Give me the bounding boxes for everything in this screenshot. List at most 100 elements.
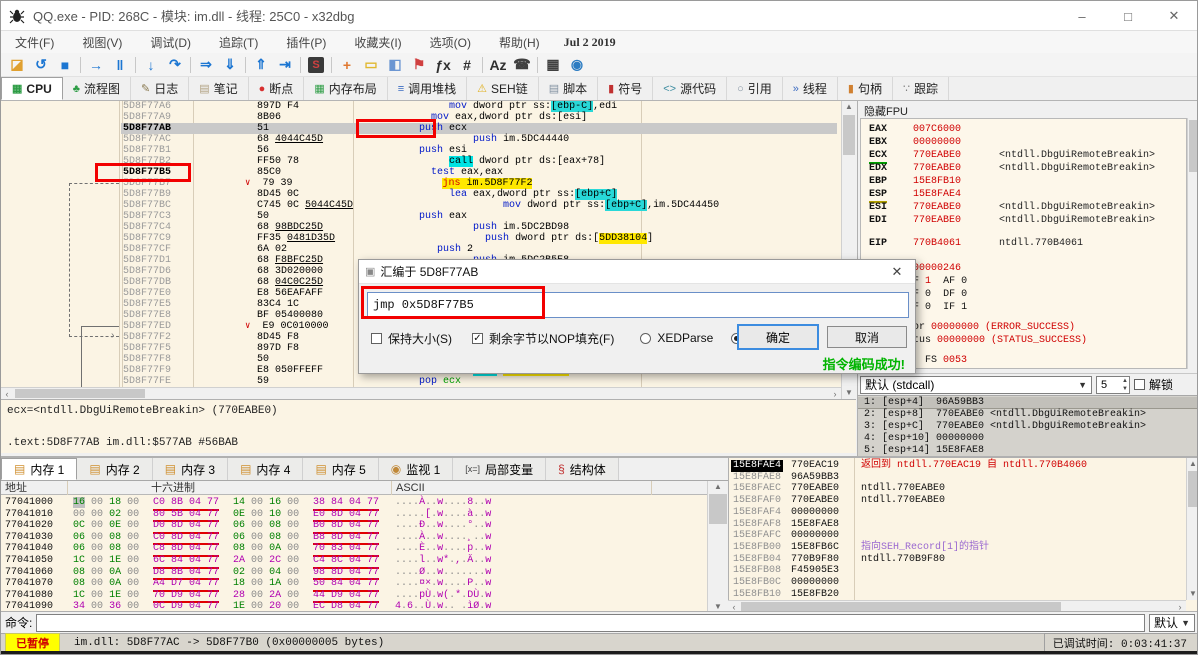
unlock-checkbox[interactable]	[1134, 379, 1145, 390]
menu-item[interactable]: 帮助(H)	[485, 31, 554, 53]
stack-vscrollbar[interactable]: ▲ ▼	[1186, 458, 1197, 600]
tab-监视 1[interactable]: ◉ 监视 1	[378, 458, 454, 480]
disasm-row[interactable]: 5D8F77C9 FF35 0481D35D push dword ptr ds:[…	[1, 233, 839, 244]
argument-row[interactable]: 2: [esp+8] 770EABE0 <ntdll.DbgUiRemoteBr…	[858, 409, 1197, 421]
disasm-row[interactable]: 5D8F77B5 85C0 test eax,eax	[1, 167, 839, 178]
comment-icon[interactable]: ▭	[359, 55, 383, 75]
dump-vscrollbar[interactable]: ▲ ▼	[707, 481, 728, 613]
register-row[interactable]: EBX 00000000	[861, 136, 1186, 149]
disasm-row[interactable]: 5D8F77B9 8D45 0C lea eax,dword ptr ss:[ebp…	[1, 189, 839, 200]
menu-item[interactable]: 选项(O)	[416, 31, 485, 53]
dump-row[interactable]: 77041040 06 00 08 00 C8 8D 04 77 08 00 0A 0…	[1, 543, 707, 557]
step-into-icon[interactable]: ↓	[139, 55, 163, 75]
xedparse-radio[interactable]	[640, 332, 652, 344]
tab-日志[interactable]: ✎ 日志	[130, 77, 190, 100]
disasm-hscrollbar[interactable]: ‹ ›	[1, 387, 841, 399]
assembly-instruction-input[interactable]	[367, 292, 909, 318]
menu-item[interactable]: 插件(P)	[272, 31, 340, 53]
run-to-user-icon[interactable]: ⇒	[194, 55, 218, 75]
tab-跟踪[interactable]: ∵ 跟踪	[893, 77, 950, 100]
calculator-icon[interactable]: ▦	[541, 55, 565, 75]
stack-row[interactable]: 15E8FAEC 770EABE0 ntdll.770EABE0	[729, 483, 1186, 495]
menu-item[interactable]: 调试(D)	[136, 31, 205, 53]
dump-row[interactable]: 77041060 08 00 0A 00 D8 8B 04 77 02 00 04 0…	[1, 567, 707, 581]
calling-convention-select[interactable]: 默认 (stdcall) ▼	[860, 375, 1092, 394]
disasm-row[interactable]: 5D8F77C3 50 push eax	[1, 211, 839, 222]
stack-row[interactable]: 15E8FAF0 770EABE0 ntdll.770EABE0	[729, 495, 1186, 507]
tab-CPU[interactable]: ▦ CPU	[1, 77, 63, 100]
menu-item[interactable]: 追踪(T)	[205, 31, 272, 53]
menu-item[interactable]: 文件(F)	[1, 31, 68, 53]
tab-流程图[interactable]: ♣ 流程图	[62, 77, 131, 100]
animate-badge-icon[interactable]: S	[304, 55, 328, 75]
tab-内存 5[interactable]: ▤ 内存 5	[303, 458, 379, 480]
tab-内存 3[interactable]: ▤ 内存 3	[152, 458, 229, 480]
bookmark-icon[interactable]: ⚑	[407, 55, 431, 75]
tab-源代码[interactable]: <> 源代码	[653, 77, 728, 100]
restart-icon[interactable]: ↺	[29, 55, 53, 75]
stack-row[interactable]: 15E8FB10 15E8FB20	[729, 589, 1186, 600]
run-icon[interactable]: →	[84, 55, 108, 75]
dump-row[interactable]: 77041010 00 00 02 00 80 5B 04 77 0E 00 10 0…	[1, 509, 707, 523]
arg-count-stepper[interactable]: 5 ▲ ▼	[1096, 375, 1130, 394]
nop-fill-checkbox[interactable]: ✓	[472, 332, 483, 344]
stack-view[interactable]: 15E8FAE4 770EAC19 返回到 ntdll.770EAC19 自 ntd…	[728, 458, 1186, 600]
register-row[interactable]: EDX 770EABE0 <ntdll.DbgUiRemoteBreakin>	[861, 162, 1186, 175]
stack-row[interactable]: 15E8FB08 F45905E3	[729, 565, 1186, 577]
tab-线程[interactable]: » 线程	[782, 77, 838, 100]
register-row[interactable]: EDI 770EABE0 <ntdll.DbgUiRemoteBreakin>	[861, 214, 1186, 227]
tab-SEH链[interactable]: ⚠ SEH链	[467, 77, 539, 100]
register-row[interactable]: EBP 15E8FB10	[861, 175, 1186, 188]
disasm-row[interactable]: 5D8F77CF 6A 02 push 2	[1, 244, 839, 255]
dialog-title-bar[interactable]: ▣ 汇编于 5D8F77AB ✕	[359, 260, 915, 284]
tab-内存 2[interactable]: ▤ 内存 2	[77, 458, 153, 480]
argument-row[interactable]: 1: [esp+4] 96A59BB3	[858, 397, 1197, 409]
pause-icon[interactable]: ‖	[108, 55, 132, 75]
menu-item[interactable]: 收藏夹(I)	[340, 31, 415, 53]
disasm-row[interactable]: 5D8F77FE 59 pop ecx	[1, 376, 839, 387]
tab-内存布局[interactable]: ▦ 内存布局	[304, 77, 388, 100]
assemble-icon[interactable]: Az	[486, 55, 510, 75]
command-profile-select[interactable]: 默认 ▼	[1149, 613, 1195, 632]
patch-icon[interactable]: +	[335, 55, 359, 75]
attach-icon[interactable]: ☎	[510, 55, 534, 75]
stack-row[interactable]: 15E8FB00 15E8FB6C 指向SEH_Record[1]的指针	[729, 542, 1186, 554]
arguments-panel[interactable]: 1: [esp+4] 96A59BB3 2: [esp+8] 770EABE0 <…	[857, 395, 1197, 456]
argument-row[interactable]: 5: [esp+14] 15E8FAE8	[858, 445, 1197, 456]
register-row[interactable]: ECX 770EABE0 <ntdll.DbgUiRemoteBreakin>	[861, 149, 1186, 164]
tab-内存 4[interactable]: ▤ 内存 4	[228, 458, 304, 480]
cancel-button[interactable]: 取消	[827, 326, 907, 348]
dialog-close-icon[interactable]: ✕	[885, 260, 909, 284]
stack-row[interactable]: 15E8FAE4 770EAC19 返回到 ntdll.770EAC19 自 ntd…	[729, 460, 1186, 472]
stack-row[interactable]: 15E8FB0C 00000000	[729, 577, 1186, 589]
disasm-row[interactable]: 5D8F77BC C745 0C 5044C45D mov dword ptr ss…	[1, 200, 839, 211]
register-row[interactable]: ESI 770EABE0 <ntdll.DbgUiRemoteBreakin>	[861, 201, 1186, 214]
command-input[interactable]	[36, 613, 1145, 632]
tab-脚本[interactable]: ▤ 脚本	[538, 77, 599, 100]
stack-row[interactable]: 15E8FAFC 00000000	[729, 530, 1186, 542]
tab-局部变量[interactable]: [x=] 局部变量	[453, 458, 547, 480]
stack-row[interactable]: 15E8FAF8 15E8FAE8	[729, 519, 1186, 531]
run-to-user-code-icon[interactable]: ⇥	[273, 55, 297, 75]
stack-row[interactable]: 15E8FAE8 96A59BB3	[729, 472, 1186, 484]
tab-调用堆栈[interactable]: ≡ 调用堆栈	[387, 77, 468, 100]
label-icon[interactable]: ◧	[383, 55, 407, 75]
dump-row[interactable]: 77041030 06 00 08 00 C0 8D 04 77 06 00 08 0…	[1, 532, 707, 546]
dump-row[interactable]: 77041020 0C 00 0E 00 D0 8D 04 77 06 00 08 0…	[1, 520, 707, 534]
minimize-button[interactable]: –	[1059, 1, 1105, 31]
tab-引用[interactable]: ○ 引用	[727, 77, 783, 100]
keep-size-checkbox[interactable]	[371, 332, 382, 344]
disasm-row[interactable]: 5D8F77AB 51 push ecx	[1, 123, 839, 134]
dump-row[interactable]: 77041080 1C 00 1E 00 70 D9 04 77 28 00 2A 0…	[1, 590, 707, 604]
dump-row[interactable]: 77041070 08 00 0A 00 A4 D7 04 77 18 00 1A 0…	[1, 578, 707, 592]
dump-row[interactable]: 77041050 1C 00 1E 00 6C 84 04 77 2A 00 2C 0…	[1, 555, 707, 569]
maximize-button[interactable]: □	[1105, 1, 1151, 31]
step-out-icon[interactable]: ⇑	[249, 55, 273, 75]
disasm-row[interactable]: 5D8F77B1 56 push esi	[1, 145, 839, 156]
tab-符号[interactable]: ▮ 符号	[598, 77, 654, 100]
disasm-row[interactable]: 5D8F77AC68 4044C45Dpush im.5DC444405DC44…	[1, 134, 839, 145]
disasm-row[interactable]: 5D8F77C468 98BDC25Dpush im.5DC2BD985DC2B…	[1, 222, 839, 233]
stack-row[interactable]: 15E8FB04 770B9F80 ntdll.770B9F80	[729, 554, 1186, 566]
execute-till-return-icon[interactable]: ⇓	[218, 55, 242, 75]
ok-button[interactable]: 确定	[737, 324, 819, 350]
